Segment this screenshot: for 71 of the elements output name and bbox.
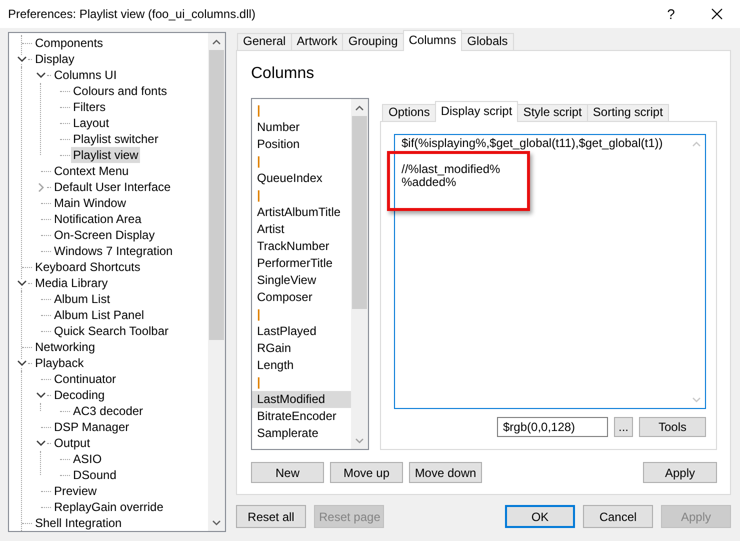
scrollbar[interactable]	[351, 99, 368, 449]
scrollbar[interactable]	[208, 33, 225, 531]
list-item[interactable]: QueueIndex	[252, 170, 352, 187]
tab[interactable]: Sorting script	[586, 104, 669, 122]
list-item[interactable]: Length	[252, 357, 352, 374]
code-line: $if(%isplaying%,$get_global(t11),$get_global(t1))	[401, 137, 663, 150]
tab[interactable]: Globals	[461, 33, 514, 51]
page-title: Columns	[251, 64, 316, 84]
tree-item[interactable]: Shell Integration	[33, 515, 124, 531]
tab[interactable]: Columns	[402, 30, 462, 51]
button[interactable]: Move up	[330, 462, 403, 483]
browse-button[interactable]: ...	[614, 417, 633, 437]
tree-item[interactable]: Output	[52, 435, 92, 451]
code-line: %added%	[401, 176, 456, 189]
color-field[interactable]: $rgb(0,0,128)	[497, 417, 608, 437]
tree-item[interactable]: Continuator	[52, 371, 118, 387]
tree-item[interactable]: Album List	[52, 291, 112, 307]
tree-item[interactable]: Default User Interface	[52, 179, 173, 195]
tree-item[interactable]: Main Window	[52, 195, 128, 211]
tree-item[interactable]: Decoding	[52, 387, 107, 403]
tree-item[interactable]: Media Library	[33, 275, 110, 291]
list-item[interactable]: SingleView	[252, 272, 352, 289]
tree-item[interactable]: Layout	[71, 115, 112, 131]
tree-item[interactable]: Windows 7 Integration	[52, 243, 175, 259]
tab[interactable]: Options	[382, 104, 436, 122]
button[interactable]: OK	[505, 505, 575, 528]
list-item[interactable]: Position	[252, 136, 352, 153]
button[interactable]: New	[251, 462, 324, 483]
button[interactable]: Cancel	[583, 505, 653, 528]
tree-item[interactable]: On-Screen Display	[52, 227, 157, 243]
tab[interactable]: Style script	[517, 104, 588, 122]
tree-item[interactable]: Colours and fonts	[71, 83, 170, 99]
tab[interactable]: Display script	[434, 101, 518, 122]
tree-item[interactable]: Album List Panel	[52, 307, 146, 323]
tree-item[interactable]: Columns UI	[52, 67, 119, 83]
list-item[interactable]: ArtistAlbumTitle	[252, 204, 352, 221]
button[interactable]: Apply	[643, 462, 717, 483]
tree-item[interactable]: Playlist switcher	[71, 131, 160, 147]
list-item[interactable]: Samplerate	[252, 425, 352, 442]
list-item[interactable]: RGain	[252, 340, 352, 357]
tree-item[interactable]: ReplayGain override	[52, 499, 166, 515]
tree-item[interactable]: Networking	[33, 339, 98, 355]
tree-item[interactable]: Filters	[71, 99, 108, 115]
tools-button[interactable]: Tools	[639, 417, 706, 437]
button[interactable]: Reset all	[236, 505, 306, 528]
list-item[interactable]: LastModified	[252, 391, 352, 408]
tree-item[interactable]: Preview	[52, 483, 99, 499]
tree-item[interactable]: Quick Search Toolbar	[52, 323, 171, 339]
window-title: Preferences: Playlist view (foo_ui_columns.dll)	[8, 7, 256, 21]
help-button[interactable]: ?	[648, 6, 694, 22]
tree-item[interactable]: Notification Area	[52, 211, 144, 227]
tab[interactable]: General	[237, 33, 292, 51]
button[interactable]: Move down	[409, 462, 482, 483]
list-item[interactable]: Number	[252, 119, 352, 136]
tree-item[interactable]: ASIO	[71, 451, 104, 467]
tree-item[interactable]: AC3 decoder	[71, 403, 146, 419]
tree-item[interactable]: Playlist view	[71, 147, 140, 163]
list-item[interactable]: TrackNumber	[252, 238, 352, 255]
list-item[interactable]: LastPlayed	[252, 323, 352, 340]
tree-item[interactable]: Keyboard Shortcuts	[33, 259, 142, 275]
tree-item[interactable]: Playback	[33, 355, 86, 371]
list-item[interactable]: Artist	[252, 221, 352, 238]
code-line: //%last_modified%	[401, 163, 500, 176]
tree-item[interactable]: DSound	[71, 467, 118, 483]
tree-item[interactable]: Components	[33, 35, 106, 51]
list-item[interactable]: BitrateEncoder	[252, 408, 352, 425]
list-item[interactable]: Composer	[252, 289, 352, 306]
tree-item[interactable]: DSP Manager	[52, 419, 132, 435]
list-item[interactable]: PerformerTitle	[252, 255, 352, 272]
tree-item[interactable]: Context Menu	[52, 163, 131, 179]
tree-item[interactable]: Display	[33, 51, 76, 67]
